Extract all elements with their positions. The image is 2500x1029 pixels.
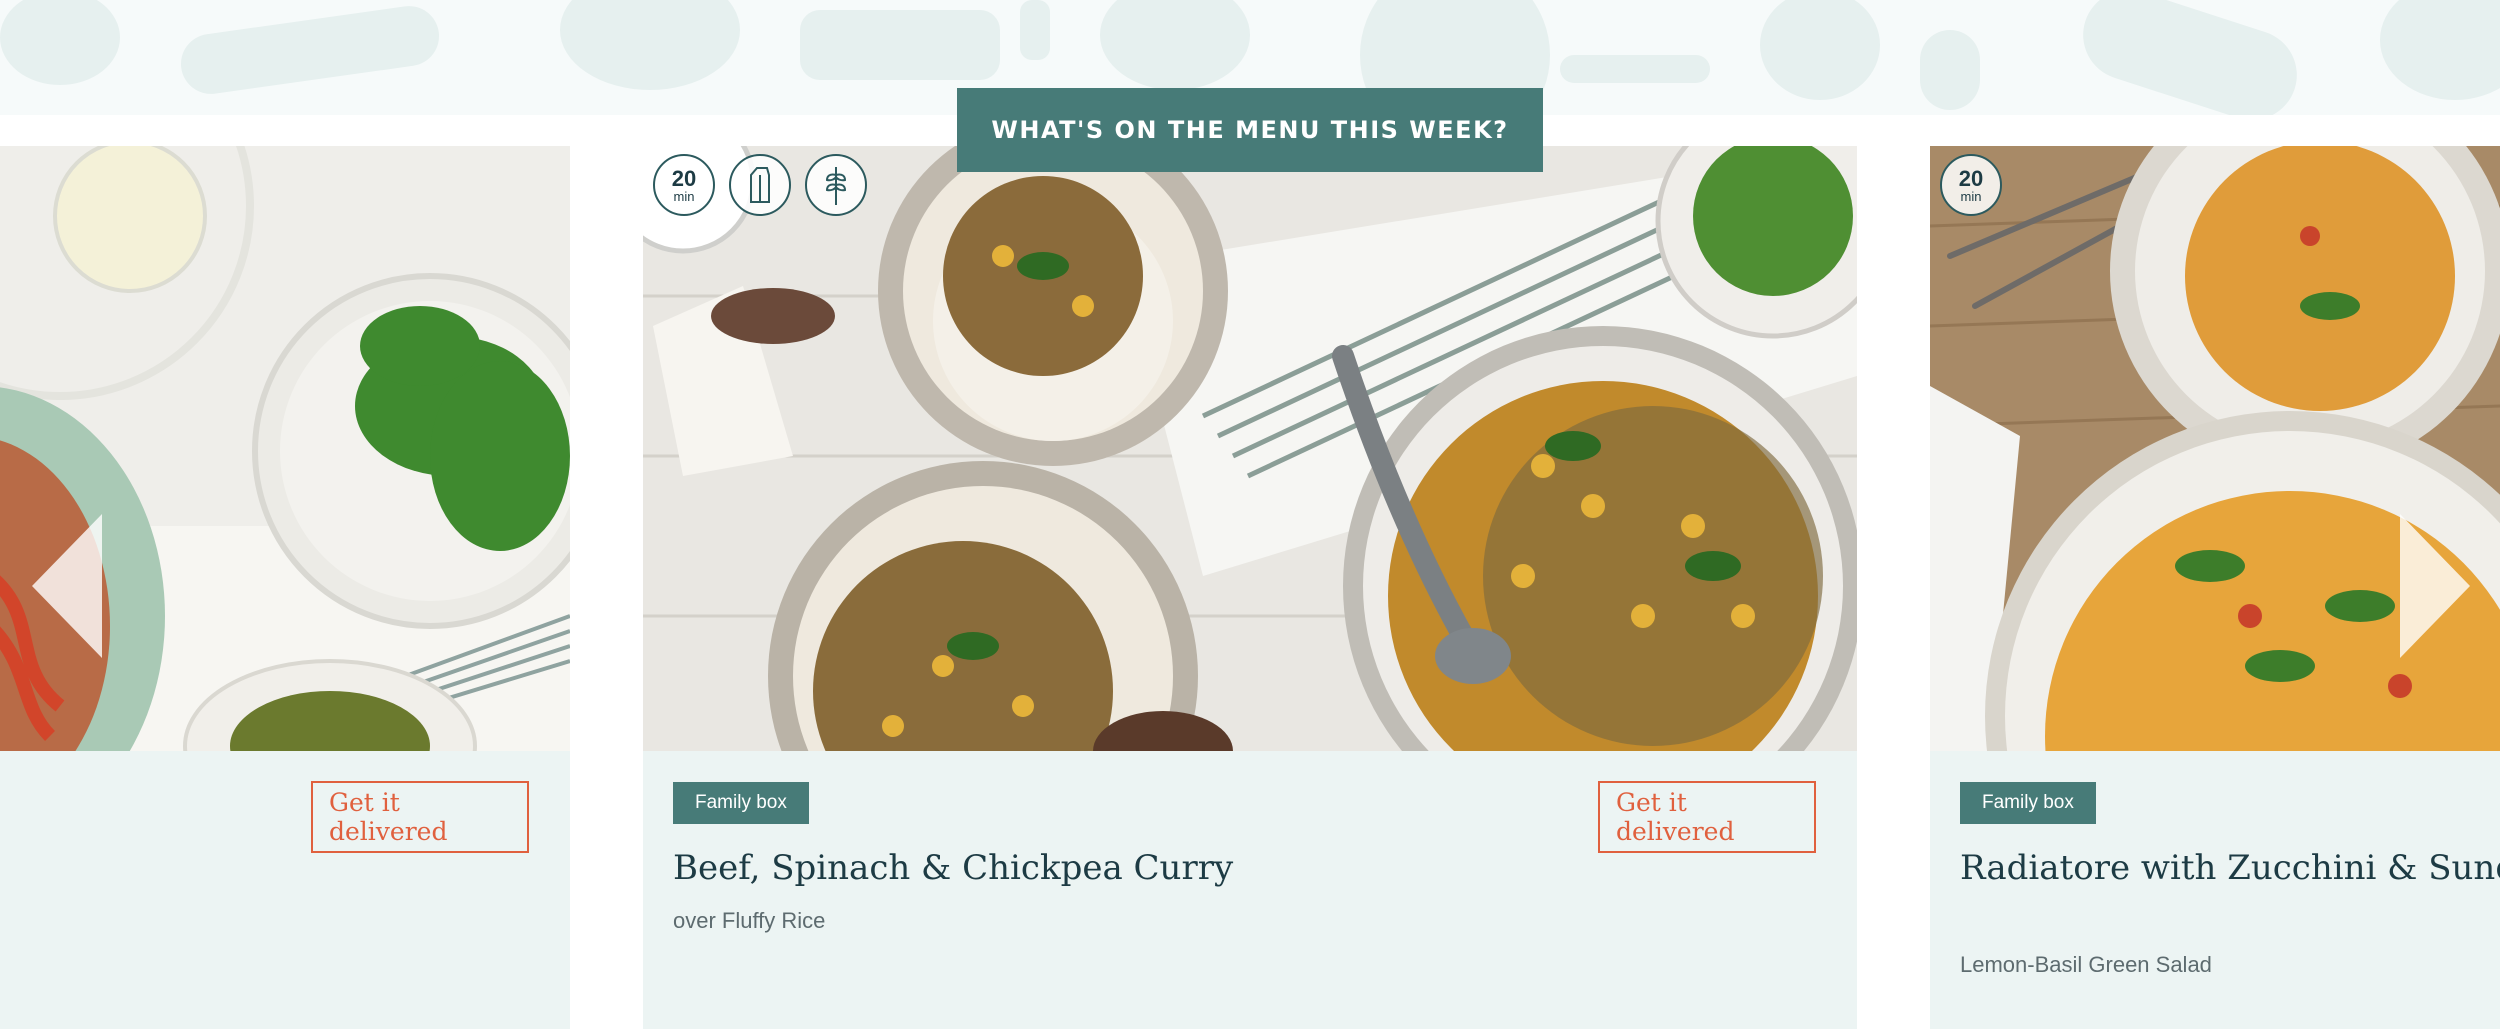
wheat-free-icon — [805, 154, 867, 216]
recipe-badges: 20 min — [653, 154, 867, 216]
carousel-next-arrow-icon[interactable] — [2400, 514, 2470, 658]
recipe-card-current[interactable]: 20 min Family box Get it delivered Beef,… — [643, 146, 1857, 1029]
recipe-photo — [643, 146, 1857, 751]
cook-time-badge: 20 min — [1940, 154, 2002, 216]
menu-section-title: WHAT'S ON THE MENU THIS WEEK? — [957, 88, 1543, 172]
dairy-free-icon — [729, 154, 791, 216]
recipe-title[interactable]: Beef, Spinach & Chickpea Curry — [673, 846, 1823, 890]
recipe-photo — [1930, 146, 2500, 751]
recipe-subtitle: over Fluffy Rice — [673, 908, 826, 933]
get-delivered-button[interactable]: Get it delivered — [1598, 781, 1816, 853]
carousel-prev-arrow-icon[interactable] — [32, 514, 102, 658]
recipe-photo — [0, 146, 570, 751]
family-box-tag: Family box — [1960, 782, 2096, 824]
recipe-subtitle: Lemon-Basil Green Salad — [1960, 952, 2212, 977]
recipe-badges: 20 min — [1940, 154, 2002, 216]
get-delivered-button[interactable]: Get it delivered — [311, 781, 529, 853]
cook-time-badge: 20 min — [653, 154, 715, 216]
recipe-title[interactable]: Radiatore with Zucchini & Sundried Tomat… — [1960, 846, 2500, 890]
family-box-tag: Family box — [673, 782, 809, 824]
